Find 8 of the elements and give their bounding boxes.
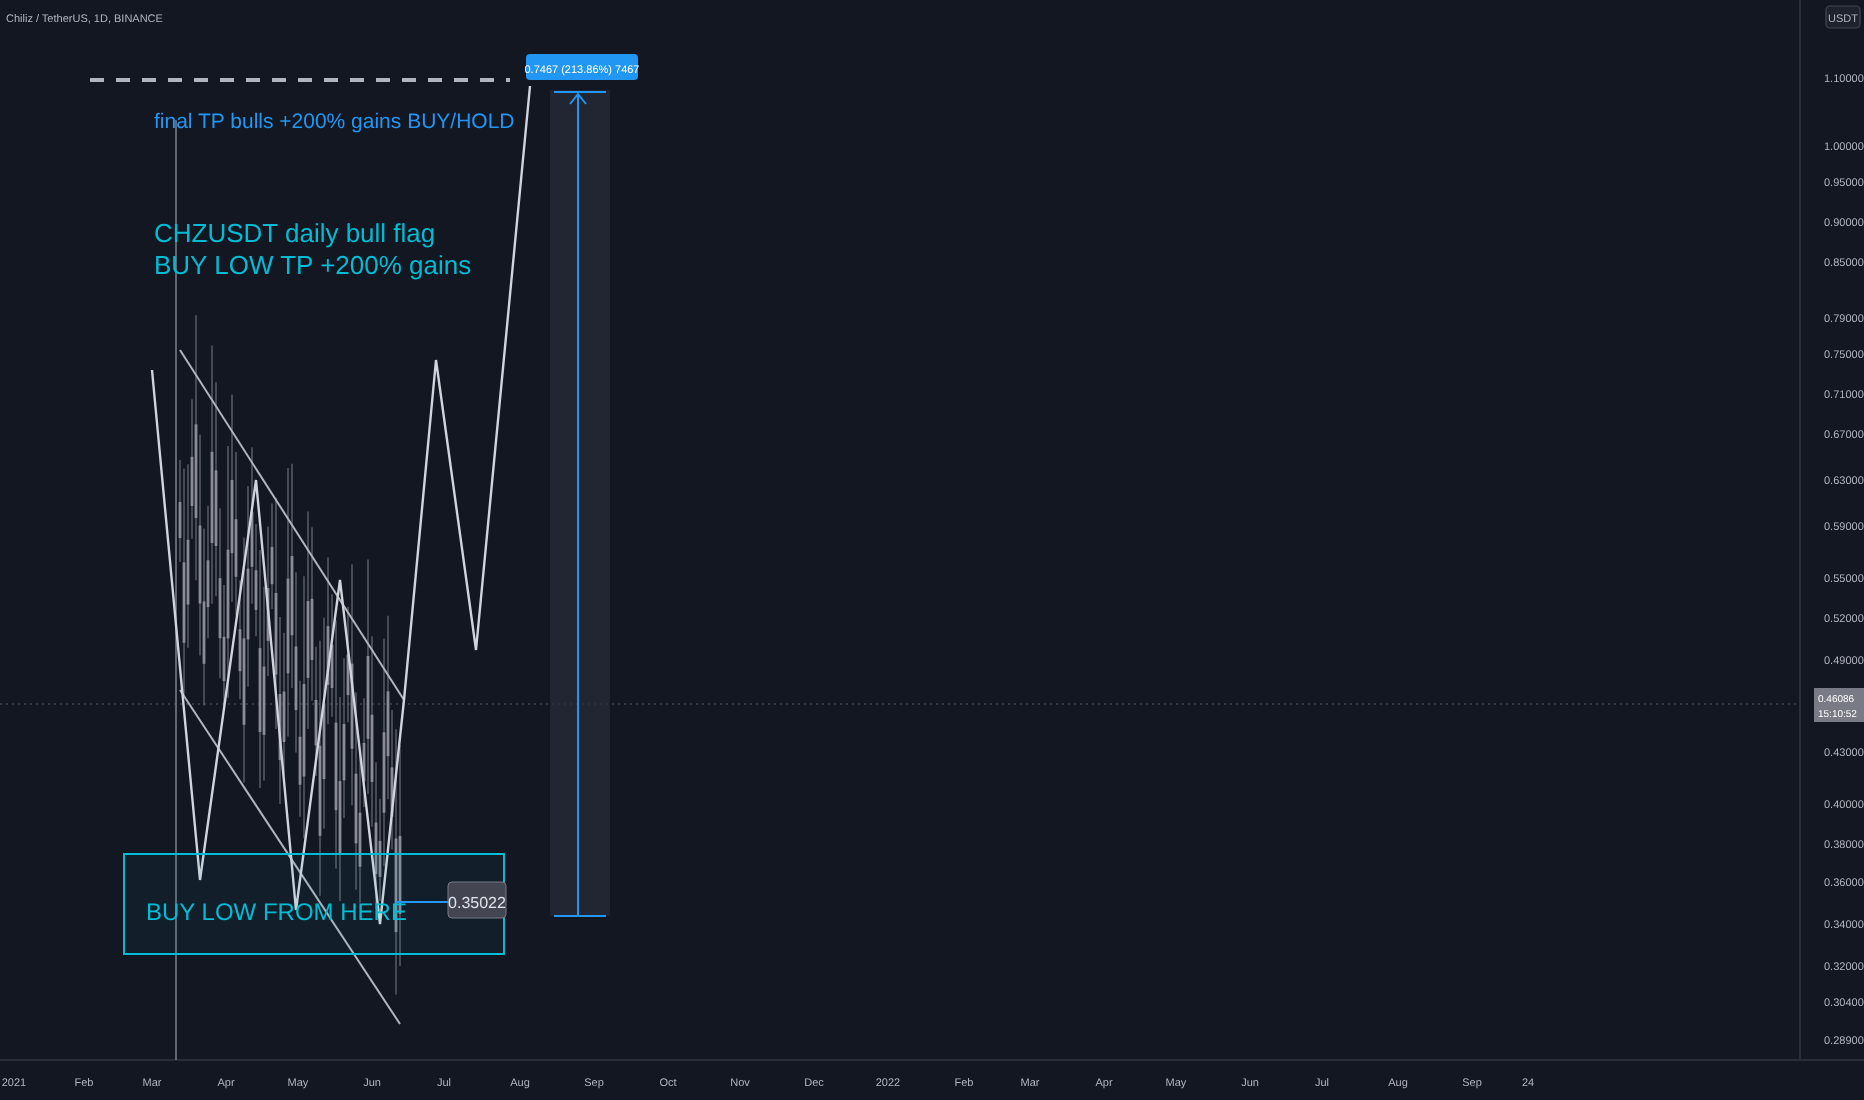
price-leader-line: [395, 901, 449, 903]
current-price-background: [1814, 688, 1864, 722]
chart-title: BUY LOW TP +200% gains: [154, 250, 472, 280]
price-tag-background: [447, 881, 507, 919]
chart-title: CHZUSDT daily bull flag: [154, 218, 436, 248]
unit-badge: [1825, 5, 1861, 29]
price-tag: 0.35022: [448, 894, 506, 912]
target-note: final TP bulls +200% gains BUY/HOLD: [154, 110, 515, 134]
